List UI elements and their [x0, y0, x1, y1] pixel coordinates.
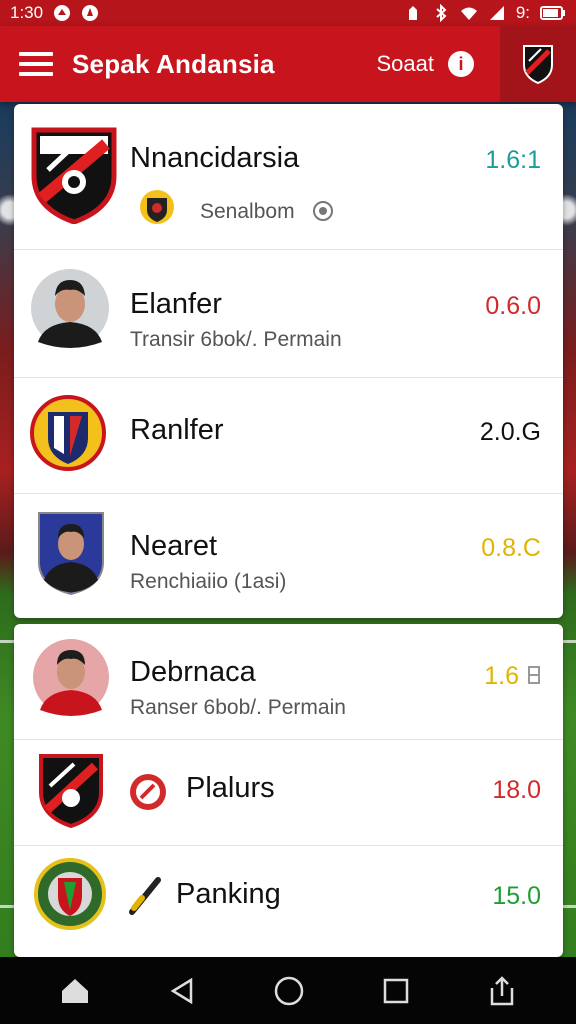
list-item[interactable]: Plalurs 18.0 [14, 740, 563, 846]
boot-icon [129, 877, 161, 915]
item-name: Elanfer [130, 288, 222, 320]
club-shield-icon [523, 45, 553, 85]
list-item[interactable]: Panking 15.0 [14, 846, 563, 957]
list-item[interactable]: Ranlfer 2.0.G [14, 378, 563, 494]
status-bar: 1:30 9: [0, 0, 576, 26]
item-name: Ranlfer [130, 414, 224, 446]
hamburger-icon [19, 52, 53, 76]
item-subtitle: Renchiaiio (1asi) [130, 570, 287, 593]
item-name: Nnancidarsia [130, 142, 300, 174]
list-item[interactable]: Elanfer Transir 6bok/. Permain 0.6.0 [14, 250, 563, 378]
home-circle-icon[interactable] [274, 976, 304, 1006]
ranking-card-1: Nnancidarsia Senalbom 1.6:1 Elanfer Tran… [14, 104, 563, 618]
list-item[interactable]: Nnancidarsia Senalbom 1.6:1 [14, 104, 563, 250]
club-shield-icon [39, 754, 103, 828]
player-avatar [33, 639, 109, 716]
menu-button[interactable] [0, 26, 72, 102]
search-label: Soaat [376, 51, 435, 76]
signal-icon [489, 6, 504, 20]
item-score: 2.0.G [479, 418, 541, 446]
ranking-card-2: Debrnaca Ranser 6bob/. Permain 1.6 Plalu… [14, 624, 563, 957]
info-icon[interactable]: i [448, 51, 474, 77]
list-item[interactable]: Nearet Renchiaiio (1asi) 0.8.C [14, 494, 563, 618]
item-score: 0.6.0 [485, 292, 541, 320]
status-time: 1:30 [10, 3, 44, 22]
item-score: 18.0 [492, 776, 541, 804]
club-badge-icon [30, 395, 106, 471]
club-badge-icon [140, 190, 174, 224]
item-score: 1.6:1 [485, 146, 541, 174]
compass-icon [82, 5, 99, 21]
bluetooth-icon [436, 4, 447, 22]
notification-icon [54, 5, 71, 21]
app-bar: Sepak Andansia Soaat i [0, 26, 576, 102]
item-score: 1.6 [484, 662, 519, 690]
back-icon[interactable] [169, 977, 195, 1005]
club-badge-icon [34, 858, 106, 930]
wifi-icon [460, 7, 477, 20]
detail-icon[interactable] [527, 666, 541, 684]
item-name: Panking [176, 878, 281, 910]
whistle-icon [130, 774, 166, 810]
item-subtitle: Transir 6bok/. Permain [130, 328, 342, 351]
item-score: 0.8.C [481, 534, 541, 562]
recents-icon[interactable] [383, 978, 409, 1004]
navigation-bar [0, 957, 576, 1024]
player-avatar [31, 269, 109, 348]
item-subtitle: Senalbom [200, 200, 295, 223]
club-logo-button[interactable] [500, 26, 576, 102]
item-name: Debrnaca [130, 656, 256, 688]
list-item[interactable]: Debrnaca Ranser 6bob/. Permain 1.6 [14, 624, 563, 740]
home-icon[interactable] [60, 977, 90, 1005]
item-score: 15.0 [492, 882, 541, 910]
search-button[interactable]: Soaat i [377, 26, 501, 102]
item-subtitle: Ranser 6bob/. Permain [130, 696, 346, 719]
item-name: Nearet [130, 530, 218, 562]
info-circle-icon[interactable] [312, 200, 334, 222]
app-title: Sepak Andansia [72, 48, 275, 79]
player-avatar [38, 512, 104, 596]
gesture-icon [408, 6, 417, 20]
club-shield-icon [31, 127, 117, 224]
share-icon[interactable] [488, 975, 516, 1006]
battery-icon [540, 6, 565, 20]
item-name: Plalurs [186, 772, 275, 804]
battery-text: 9: [515, 3, 530, 22]
